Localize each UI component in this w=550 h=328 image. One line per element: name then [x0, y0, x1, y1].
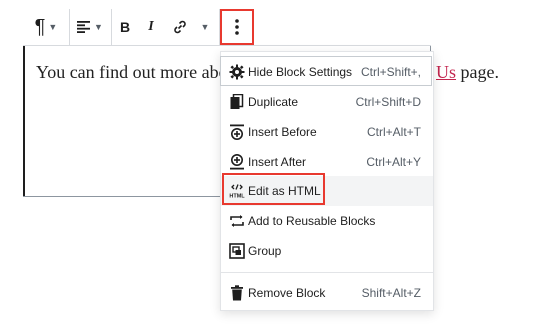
chevron-down-icon: ▼ — [48, 22, 58, 32]
menu-item-shortcut: Ctrl+Alt+T — [366, 125, 421, 139]
toolbar-divider — [69, 9, 70, 45]
menu-item-label: Hide Block Settings — [248, 65, 353, 79]
toolbar-divider — [111, 9, 112, 45]
paragraph-link[interactable]: Us — [436, 62, 456, 82]
menu-item-insert-before[interactable]: Insert Before Ctrl+Alt+T — [221, 117, 433, 147]
menu-divider — [221, 272, 433, 273]
menu-item-duplicate[interactable]: Duplicate Ctrl+Shift+D — [221, 87, 433, 117]
menu-item-label: Remove Block — [248, 286, 326, 300]
paragraph-transform-button[interactable]: ¶ ▼ — [29, 9, 63, 45]
more-rich-text-button[interactable]: ▼ — [197, 9, 213, 45]
block-left-border — [23, 46, 25, 196]
reusable-blocks-icon — [228, 212, 246, 230]
menu-item-remove-block[interactable]: Remove Block Shift+Alt+Z — [221, 278, 433, 308]
align-left-icon — [77, 21, 91, 33]
edit-as-html-highlight — [222, 173, 325, 205]
bold-button[interactable]: B — [113, 9, 137, 45]
menu-item-label: Duplicate — [248, 95, 299, 109]
italic-button[interactable]: I — [139, 9, 163, 45]
paragraph-text-end[interactable]: Us page. — [436, 62, 499, 83]
paragraph-text-tail: page. — [456, 62, 499, 82]
menu-item-hide-block-settings[interactable]: Hide Block Settings Ctrl+Shift+, — [221, 57, 433, 87]
menu-item-label: Group — [248, 244, 282, 258]
align-button[interactable]: ▼ — [73, 9, 107, 45]
link-icon — [174, 20, 186, 34]
gear-icon — [228, 63, 246, 81]
pilcrow-icon: ¶ — [34, 15, 46, 38]
menu-item-shortcut: Ctrl+Alt+Y — [366, 155, 421, 169]
duplicate-icon — [228, 93, 246, 111]
menu-item-label: Insert Before — [248, 125, 317, 139]
menu-item-group[interactable]: Group — [221, 236, 433, 266]
menu-item-label: Add to Reusable Blocks — [248, 214, 376, 228]
menu-item-shortcut: Ctrl+Shift+D — [355, 95, 421, 109]
italic-label: I — [148, 19, 154, 34]
bold-label: B — [119, 19, 131, 35]
insert-before-icon — [228, 123, 246, 141]
menu-item-shortcut: Ctrl+Shift+, — [360, 65, 421, 79]
chevron-down-icon: ▼ — [200, 22, 210, 32]
chevron-down-icon: ▼ — [94, 22, 103, 32]
menu-item-shortcut: Shift+Alt+Z — [361, 286, 421, 300]
insert-after-icon — [228, 153, 246, 171]
more-options-highlight — [220, 9, 254, 45]
link-button[interactable] — [167, 9, 193, 45]
trash-icon — [228, 284, 246, 302]
group-icon — [228, 242, 246, 260]
menu-item-add-to-reusable-blocks[interactable]: Add to Reusable Blocks — [221, 206, 433, 236]
menu-item-label: Insert After — [248, 155, 307, 169]
